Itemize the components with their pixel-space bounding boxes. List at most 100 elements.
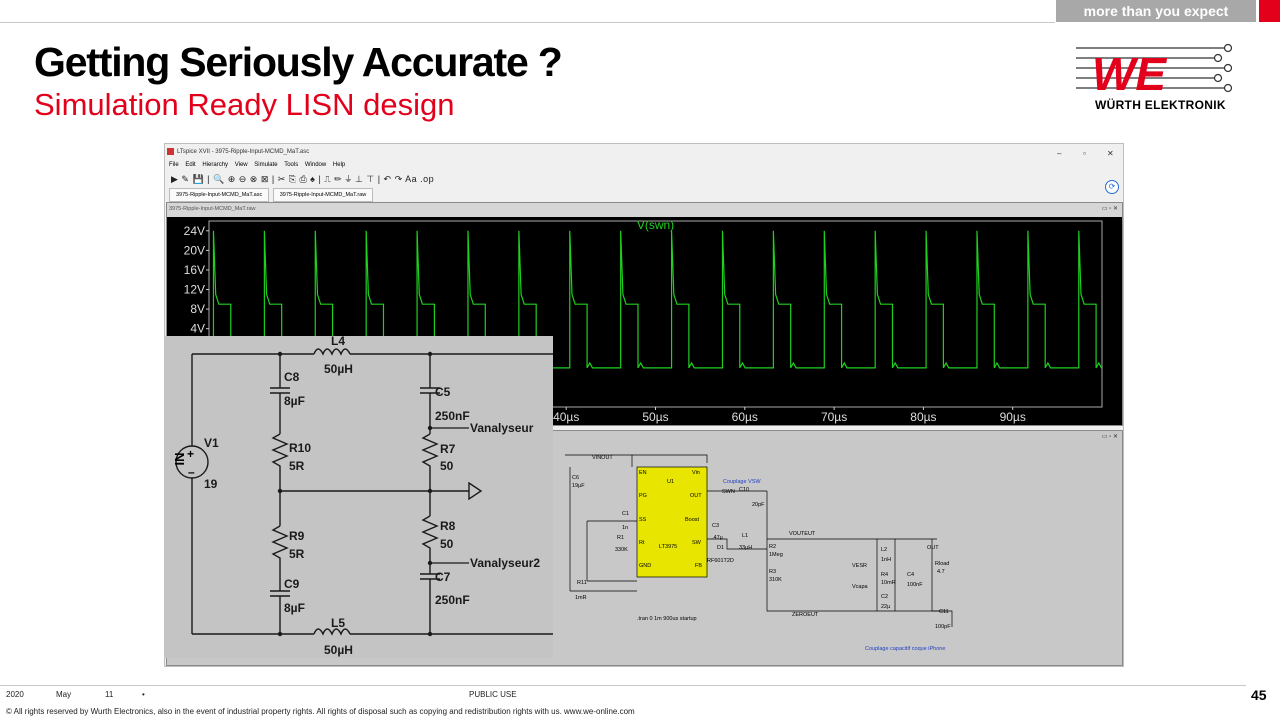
v1-label: V1: [204, 436, 219, 450]
tab-waveform[interactable]: 3975-Ripple-Input-MCMD_MaT.raw: [272, 188, 374, 202]
l2-value: 1nH: [881, 557, 891, 563]
couplage-vsw-label: Couplage VSW: [723, 479, 761, 485]
r7-label: R7: [440, 442, 456, 456]
refresh-icon[interactable]: ⟳: [1105, 180, 1119, 194]
d1-value: RF601T2D: [707, 558, 734, 564]
document-tabs: 3975-Ripple-Input-MCMD_MaT.asc 3975-Ripp…: [169, 188, 569, 202]
x-tick-label: 90µs: [1000, 410, 1026, 424]
c1-label: C1: [622, 511, 629, 517]
rload-label: Rload: [935, 561, 949, 567]
r4-value: 10mR: [881, 580, 896, 586]
c7-label: C7: [435, 570, 451, 584]
c5-label: C5: [435, 385, 451, 399]
r10-label: R10: [289, 441, 311, 455]
x-tick-label: 50µs: [642, 410, 668, 424]
net-zeroout: ZEROEUT: [792, 612, 819, 618]
c4-label: C4: [907, 572, 914, 578]
l4-value: 50µH: [324, 362, 353, 376]
c5-value: 250nF: [435, 409, 470, 423]
net-vesr: VESR: [852, 563, 867, 569]
header-divider: [0, 22, 1055, 23]
menu-help[interactable]: Help: [333, 162, 345, 168]
c11-value: 100pF: [935, 624, 951, 630]
c9-label: C9: [284, 577, 300, 591]
copyright: © All rights reserved by Wurth Electroni…: [6, 707, 635, 716]
c8-value: 8µF: [284, 394, 305, 408]
menu-tools[interactable]: Tools: [284, 162, 298, 168]
r8-label: R8: [440, 519, 456, 533]
y-tick-label: 20V: [184, 243, 205, 257]
d1-label: D1: [717, 545, 724, 551]
l1-label: L1: [742, 533, 748, 539]
couplage-coque-label: Couplage capacitif coque iPhone: [865, 646, 945, 652]
slide-subtitle: Simulation Ready LISN design: [34, 87, 455, 122]
menu-simulate[interactable]: Simulate: [254, 162, 277, 168]
c2-label: C2: [881, 594, 888, 600]
lt3975-label: LT3975: [659, 544, 677, 550]
waveform-window-buttons[interactable]: ▭ ▫ ✕: [1102, 205, 1118, 212]
vanalyseur2-label: Vanalyseur2: [470, 556, 540, 570]
r9-label: R9: [289, 529, 305, 543]
c9-value: 8µF: [284, 601, 305, 615]
r11-label: R11: [577, 580, 587, 586]
trace-title: V(swn): [637, 218, 674, 232]
pin-ss: SS: [639, 517, 647, 523]
page-number: 45: [1251, 687, 1267, 703]
pin-fb: FB: [695, 563, 702, 569]
y-tick-label: 4V: [190, 322, 205, 336]
menu-hierarchy[interactable]: Hierarchy: [202, 162, 228, 168]
r2-label: R2: [769, 544, 776, 550]
y-tick-label: 12V: [184, 283, 205, 297]
r9-value: 5R: [289, 547, 305, 561]
toolbar[interactable]: ▶ ✎ 💾 | 🔍 ⊕ ⊖ ⊗ ⊠ | ✂ ⎘ ⎙ ♠ | ⎍ ✏ ⏚ ⊥ ⊤ …: [171, 172, 791, 186]
brand-name: WÜRTH ELEKTRONIK: [1095, 98, 1226, 112]
tab-schematic[interactable]: 3975-Ripple-Input-MCMD_MaT.asc: [169, 188, 270, 202]
svg-text:–: –: [188, 465, 195, 479]
logo-mark: WE: [1092, 48, 1167, 100]
slide-title: Getting Seriously Accurate ?: [34, 39, 563, 85]
c6-label: C6: [572, 475, 579, 481]
rload-value: 4.7: [937, 569, 945, 575]
r11-value: 1mR: [575, 595, 587, 601]
r7-value: 50: [440, 459, 454, 473]
footer-day: 11: [105, 690, 114, 699]
c10-value: 20pF: [752, 502, 765, 508]
r2-value: 1Meg: [769, 552, 783, 558]
l5-value: 50µH: [324, 643, 353, 657]
out-label: OUT: [927, 545, 939, 551]
r4-label: R4: [881, 572, 888, 578]
c11-label: C11: [939, 609, 949, 615]
menu-edit[interactable]: Edit: [185, 162, 195, 168]
svg-text:+: +: [187, 447, 194, 461]
pin-en: EN: [639, 470, 647, 476]
ltspice-app-icon: [167, 148, 174, 155]
y-tick-label: 24V: [184, 224, 205, 238]
vanalyseur-label: Vanalyseur: [470, 421, 534, 435]
l4-label: L4: [331, 336, 345, 348]
ltspice-titlebar: LTspice XVII - 3975-Ripple-Input-MCMD_Ma…: [165, 144, 1123, 160]
footer-divider: [0, 685, 1246, 686]
net-swn: SWN: [722, 489, 735, 495]
ltspice-window-title: LTspice XVII - 3975-Ripple-Input-MCMD_Ma…: [177, 149, 310, 155]
footer-classification: PUBLIC USE: [469, 690, 517, 699]
menu-file[interactable]: File: [169, 162, 179, 168]
pin-boost: Boost: [685, 517, 700, 523]
c2-value: 22µ: [881, 604, 891, 610]
c10-label: C10: [739, 487, 749, 493]
pin-vin: Vin: [692, 470, 700, 476]
footer-dot: •: [142, 690, 145, 699]
waveform-window-title: 3975-Ripple-Input-MCMD_MaT.raw: [169, 206, 256, 212]
l5-label: L5: [331, 616, 345, 630]
menu-window[interactable]: Window: [305, 162, 326, 168]
c7-value: 250nF: [435, 593, 470, 607]
tagline: more than you expect: [1056, 0, 1256, 22]
x-tick-label: 60µs: [732, 410, 758, 424]
l2-label: L2: [881, 547, 887, 553]
net-voutout: VOUTEUT: [789, 531, 816, 537]
net-vinout: VINOUT: [592, 455, 613, 461]
r3-label: R3: [769, 569, 776, 575]
r1-label: R1: [617, 535, 624, 541]
c8-label: C8: [284, 370, 300, 384]
v1-value: 19: [204, 477, 218, 491]
menu-view[interactable]: View: [235, 162, 248, 168]
